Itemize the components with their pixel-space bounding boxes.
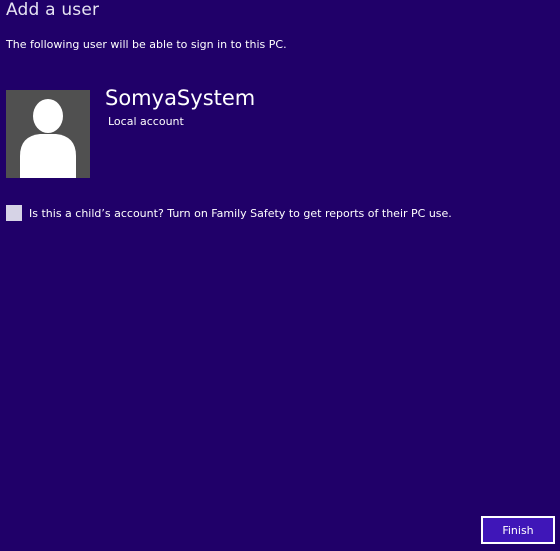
family-safety-checkbox[interactable] bbox=[6, 205, 22, 221]
family-safety-label: Is this a child’s account? Turn on Famil… bbox=[29, 206, 452, 220]
user-name: SomyaSystem bbox=[105, 86, 256, 110]
avatar bbox=[6, 90, 90, 178]
account-type: Local account bbox=[108, 115, 184, 128]
finish-button[interactable]: Finish bbox=[481, 516, 555, 544]
family-safety-option[interactable]: Is this a child’s account? Turn on Famil… bbox=[6, 205, 452, 221]
page-title: Add a user bbox=[6, 0, 100, 20]
page-subtitle: The following user will be able to sign … bbox=[6, 38, 287, 51]
default-user-silhouette-icon bbox=[6, 90, 90, 178]
